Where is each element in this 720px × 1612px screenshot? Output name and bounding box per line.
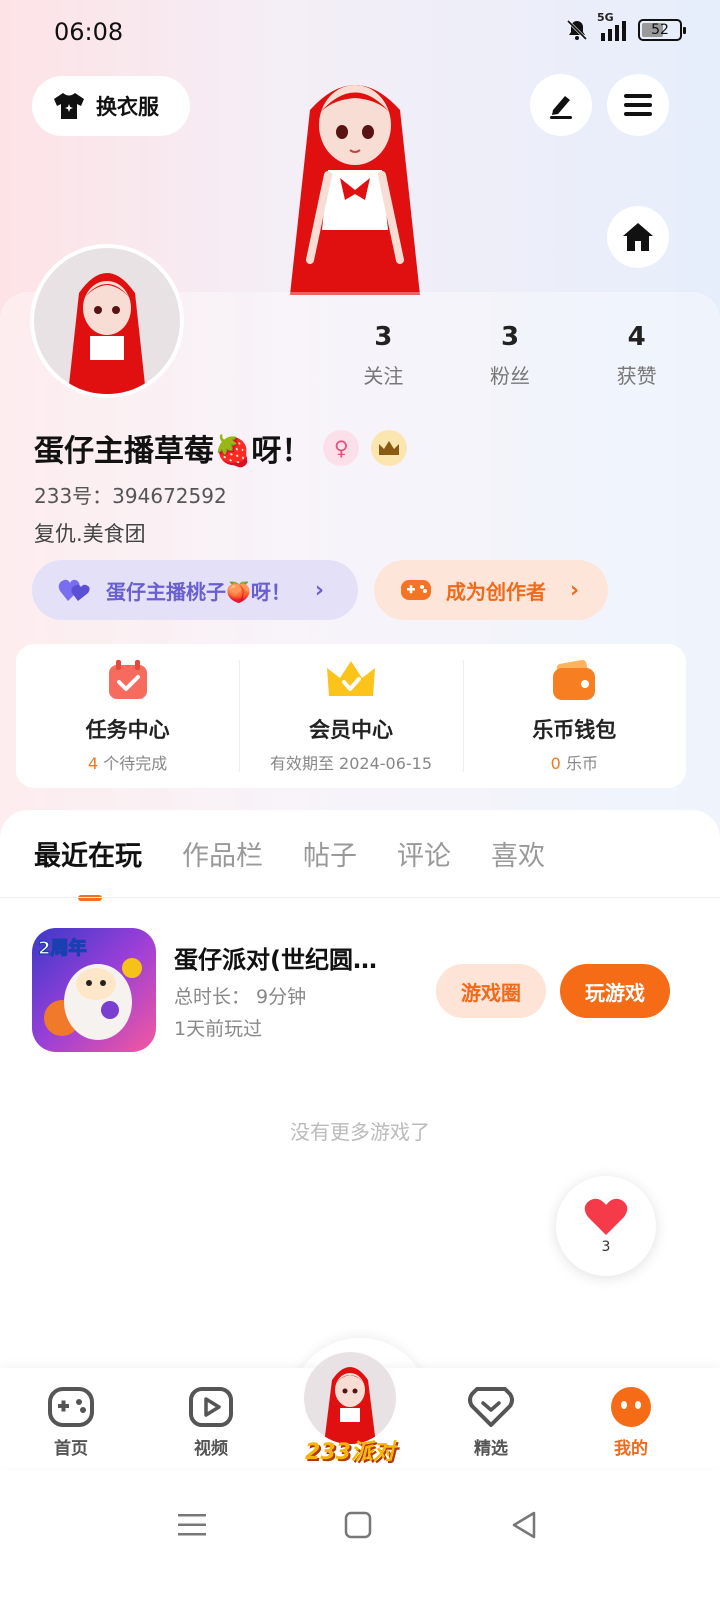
task-center[interactable]: 任务中心 4 个待完成 [16, 644, 239, 788]
tab-likes[interactable]: 喜欢 [491, 834, 545, 891]
game-icon[interactable]: 2周年 [32, 928, 156, 1052]
nickname: 蛋仔主播草莓🍓呀！ [34, 434, 312, 469]
game-last-played: 1天前玩过 [174, 1018, 263, 1040]
status-time: 06:08 [54, 18, 124, 46]
game-name: 蛋仔派对(世纪圆… [174, 946, 377, 974]
tabs-divider [0, 897, 720, 898]
stat-following[interactable]: 3 关注 [320, 322, 447, 389]
nav-home[interactable]: 首页 [26, 1386, 116, 1459]
fan-group-label: 蛋仔主播桃子🍑呀！ [106, 579, 291, 604]
gamepad-icon [401, 580, 431, 600]
quick-entry-card: 任务中心 4 个待完成 会员中心 有效期至 2024-06-15 乐币钱包 0 … [16, 644, 686, 788]
gamepad-icon [48, 1387, 94, 1427]
user-id: 233号：394672592 [34, 484, 227, 508]
game-icon-badge: 2周年 [38, 937, 87, 959]
avatar-image [68, 273, 146, 394]
heart-icon [584, 1198, 628, 1235]
status-bar: 06:08 5G 52 [0, 0, 720, 64]
nav-featured-label: 精选 [474, 1439, 508, 1459]
vip-center-sub: 有效期至 2024-06-15 [269, 754, 433, 773]
heart-box-icon [468, 1387, 514, 1427]
like-float-button[interactable]: 3 [556, 1176, 656, 1276]
battery-icon: 52 [638, 19, 686, 41]
battery-level: 52 [651, 22, 669, 38]
nav-mine[interactable]: 我的 [586, 1386, 676, 1459]
stat-likes-count: 4 [627, 322, 646, 352]
recent-apps-icon[interactable] [172, 1510, 212, 1540]
calendar-check-icon [108, 660, 147, 699]
vip-center-title: 会员中心 [308, 718, 393, 742]
user-bio: 复仇.美食团 [34, 522, 146, 546]
play-video-icon [189, 1387, 233, 1427]
task-center-sub: 4 个待完成 [88, 754, 168, 773]
become-creator-label: 成为创作者 [446, 579, 546, 604]
edit-button[interactable] [530, 74, 592, 136]
game-list-item[interactable]: 2周年 蛋仔派对(世纪圆… 总时长： 9分钟 1天前玩过 游戏圈 玩游戏 [32, 928, 692, 1054]
fan-group-button[interactable]: 蛋仔主播桃子🍑呀！ › [32, 560, 358, 620]
nav-video[interactable]: 视频 [166, 1386, 256, 1459]
stat-fans-count: 3 [500, 322, 520, 352]
like-count: 3 [601, 1239, 611, 1255]
crown-badge[interactable] [371, 430, 408, 466]
network-type: 5G [597, 11, 614, 24]
nickname-row: 蛋仔主播草莓🍓呀！ ♀ [34, 426, 408, 470]
double-heart-icon [58, 579, 90, 601]
change-outfit-button[interactable]: 换衣服 [32, 76, 190, 136]
character-model[interactable] [270, 70, 440, 295]
tshirt-icon [54, 93, 84, 119]
bell-off-icon [566, 19, 588, 41]
nav-center-character [324, 1367, 376, 1444]
stat-likes[interactable]: 4 获赞 [573, 322, 700, 389]
coin-wallet-sub: 0 乐币 [550, 754, 598, 773]
home-square-icon[interactable] [338, 1510, 378, 1540]
gender-badge: ♀ [323, 430, 360, 466]
coin-wallet-title: 乐币钱包 [532, 718, 617, 742]
vip-center[interactable]: 会员中心 有效期至 2024-06-15 [239, 644, 462, 788]
stat-following-count: 3 [374, 322, 393, 352]
nav-video-label: 视频 [194, 1439, 228, 1459]
home-button[interactable] [607, 206, 669, 268]
nav-mine-label: 我的 [614, 1439, 648, 1459]
avatar[interactable] [30, 244, 184, 398]
nav-home-label: 首页 [54, 1439, 88, 1459]
nav-featured[interactable]: 精选 [446, 1386, 536, 1459]
task-center-title: 任务中心 [85, 718, 170, 742]
chevron-right-icon: › [570, 577, 580, 603]
become-creator-button[interactable]: 成为创作者 › [374, 560, 608, 620]
tab-comments[interactable]: 评论 [397, 834, 451, 891]
menu-button[interactable] [607, 74, 669, 136]
game-icon-art: 2周年 [32, 928, 156, 1052]
change-outfit-label: 换衣服 [96, 95, 159, 119]
hamburger-icon [624, 94, 652, 116]
play-game-button[interactable]: 玩游戏 [560, 964, 670, 1018]
game-duration: 总时长： 9分钟 [174, 986, 307, 1008]
stat-fans[interactable]: 3 粉丝 [447, 322, 574, 389]
system-nav-bar [0, 1470, 720, 1612]
wallet-icon [553, 659, 596, 700]
content-panel [0, 810, 720, 1370]
status-icons: 5G 52 [565, 11, 686, 42]
back-triangle-icon[interactable] [504, 1510, 544, 1540]
mine-face-icon [611, 1387, 651, 1427]
tab-recent-play[interactable]: 最近在玩 [34, 834, 142, 901]
profile-tabs: 最近在玩 作品栏 帖子 评论 喜欢 [34, 834, 545, 901]
crown-icon [379, 441, 400, 455]
profile-stats: 3 关注 3 粉丝 4 获赞 [320, 322, 700, 389]
pencil-icon [550, 96, 572, 119]
tab-works[interactable]: 作品栏 [182, 834, 263, 891]
nav-center-label[interactable]: 233派对 [300, 1434, 400, 1466]
chevron-right-icon: › [314, 577, 324, 603]
stat-likes-label: 获赞 [616, 364, 657, 388]
stat-following-label: 关注 [363, 364, 404, 388]
crown-icon [326, 661, 375, 696]
coin-wallet[interactable]: 乐币钱包 0 乐币 [462, 644, 686, 788]
nav-center-avatar[interactable] [304, 1352, 396, 1444]
game-circle-button[interactable]: 游戏圈 [436, 964, 546, 1018]
house-icon [623, 223, 653, 251]
stat-fans-label: 粉丝 [490, 364, 530, 388]
no-more-games: 没有更多游戏了 [290, 1120, 430, 1144]
tab-posts[interactable]: 帖子 [303, 834, 357, 891]
signal-icon: 5G [597, 11, 626, 41]
